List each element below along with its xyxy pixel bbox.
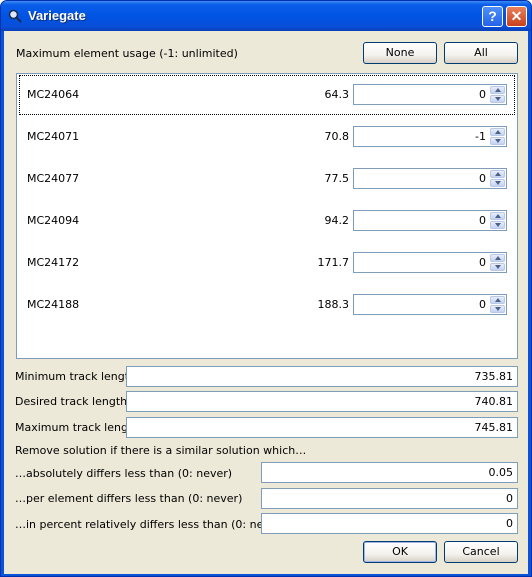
abs-diff-value: 0.05 bbox=[488, 466, 514, 479]
help-button[interactable]: ? bbox=[482, 6, 503, 27]
magnifier-app-icon bbox=[8, 9, 22, 23]
dialog-window: Variegate ? ✕ Maximum element usage (-1:… bbox=[0, 0, 532, 577]
percent-diff-value: 0 bbox=[506, 517, 513, 530]
max-track-value: 745.81 bbox=[474, 421, 514, 434]
element-length: 188.3 bbox=[317, 298, 350, 311]
spin-up-icon[interactable] bbox=[490, 296, 505, 304]
ok-button[interactable]: OK bbox=[363, 541, 437, 563]
spin-down-icon[interactable] bbox=[490, 95, 505, 103]
element-name: MC24077 bbox=[27, 172, 80, 185]
per-element-diff-field[interactable]: 0 bbox=[261, 488, 518, 509]
title-bar[interactable]: Variegate ? ✕ bbox=[1, 1, 531, 31]
max-track-field[interactable]: 745.81 bbox=[126, 417, 518, 438]
element-length: 64.3 bbox=[324, 88, 350, 101]
spin-up-icon[interactable] bbox=[490, 254, 505, 262]
min-track-label: Minimum track length bbox=[15, 370, 137, 383]
element-name: MC24188 bbox=[27, 298, 80, 311]
max-usage-spinbox[interactable]: 0 bbox=[353, 252, 507, 273]
window-title: Variegate bbox=[28, 8, 86, 23]
per-element-diff-label: …per element differs less than (0: never… bbox=[15, 492, 243, 505]
element-row[interactable]: MC24064 64.3 0 bbox=[19, 75, 515, 115]
element-row[interactable]: MC24077 77.5 0 bbox=[19, 159, 515, 199]
max-usage-value: 0 bbox=[479, 298, 486, 311]
spin-down-icon[interactable] bbox=[490, 221, 505, 229]
desired-track-value: 740.81 bbox=[474, 395, 514, 408]
max-usage-value: 0 bbox=[479, 88, 486, 101]
dialog-client: Maximum element usage (-1: unlimited) No… bbox=[4, 31, 528, 574]
percent-diff-label: …in percent relatively differs less than… bbox=[15, 518, 286, 531]
desired-track-label: Desired track length bbox=[15, 395, 128, 408]
spin-up-icon[interactable] bbox=[490, 212, 505, 220]
max-usage-value: 0 bbox=[479, 172, 486, 185]
element-length: 77.5 bbox=[324, 172, 350, 185]
max-usage-value: 0 bbox=[479, 256, 486, 269]
spin-down-icon[interactable] bbox=[490, 263, 505, 271]
max-usage-spinbox[interactable]: 0 bbox=[353, 84, 507, 105]
cancel-button[interactable]: Cancel bbox=[444, 541, 518, 563]
spin-down-icon[interactable] bbox=[490, 305, 505, 313]
element-name: MC24094 bbox=[27, 214, 80, 227]
spin-down-icon[interactable] bbox=[490, 179, 505, 187]
max-usage-value: 0 bbox=[479, 214, 486, 227]
element-length: 171.7 bbox=[317, 256, 350, 269]
max-usage-spinbox[interactable]: 0 bbox=[353, 210, 507, 231]
max-usage-spinbox[interactable]: 0 bbox=[353, 168, 507, 189]
element-name: MC24172 bbox=[27, 256, 80, 269]
spin-up-icon[interactable] bbox=[490, 170, 505, 178]
element-row[interactable]: MC24071 70.8 -1 bbox=[19, 117, 515, 157]
element-name: MC24064 bbox=[27, 88, 80, 101]
abs-diff-field[interactable]: 0.05 bbox=[261, 462, 518, 483]
max-usage-spinbox[interactable]: 0 bbox=[353, 294, 507, 315]
element-length: 70.8 bbox=[324, 130, 350, 143]
usage-label: Maximum element usage (-1: unlimited) bbox=[16, 47, 238, 60]
element-usage-list[interactable]: MC24064 64.3 0 MC24071 70.8 -1 MC24077 7… bbox=[16, 73, 518, 359]
max-usage-value: -1 bbox=[475, 130, 486, 143]
similar-solution-header: Remove solution if there is a similar so… bbox=[15, 444, 307, 457]
all-button[interactable]: All bbox=[444, 42, 518, 64]
max-usage-spinbox[interactable]: -1 bbox=[353, 126, 507, 147]
spin-up-icon[interactable] bbox=[490, 86, 505, 94]
spin-down-icon[interactable] bbox=[490, 137, 505, 145]
element-row[interactable]: MC24188 188.3 0 bbox=[19, 285, 515, 325]
element-name: MC24071 bbox=[27, 130, 80, 143]
per-element-diff-value: 0 bbox=[506, 492, 513, 505]
min-track-value: 735.81 bbox=[474, 370, 514, 383]
none-button[interactable]: None bbox=[363, 42, 437, 64]
min-track-field[interactable]: 735.81 bbox=[126, 366, 518, 387]
close-button[interactable]: ✕ bbox=[506, 6, 527, 27]
element-length: 94.2 bbox=[324, 214, 350, 227]
abs-diff-label: …absolutely differs less than (0: never) bbox=[15, 467, 233, 480]
max-track-label: Maximum track length bbox=[15, 421, 140, 434]
element-row[interactable]: MC24172 171.7 0 bbox=[19, 243, 515, 283]
spin-up-icon[interactable] bbox=[490, 128, 505, 136]
percent-diff-field[interactable]: 0 bbox=[261, 513, 518, 534]
desired-track-field[interactable]: 740.81 bbox=[126, 391, 518, 412]
element-row[interactable]: MC24094 94.2 0 bbox=[19, 201, 515, 241]
